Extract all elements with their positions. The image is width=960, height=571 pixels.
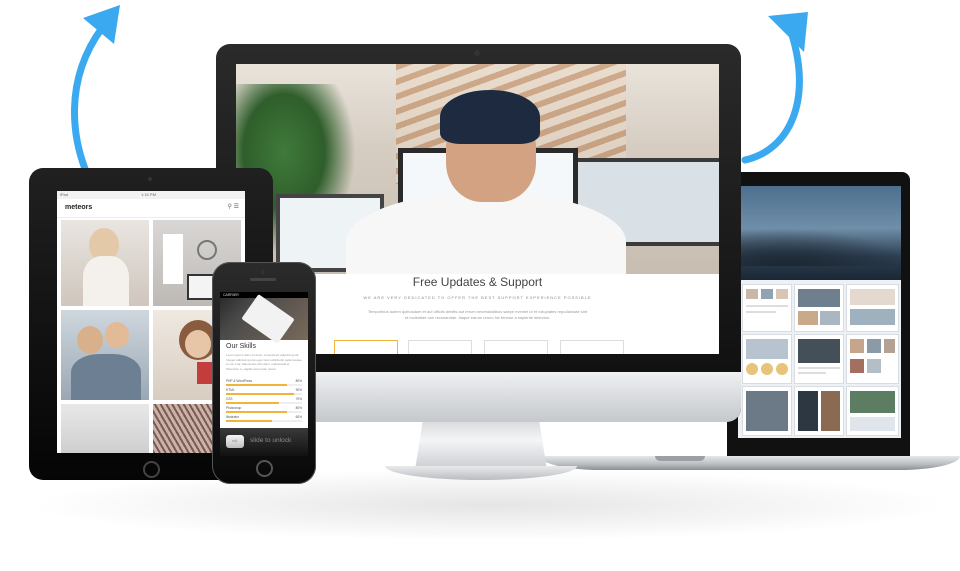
- unlock-slider[interactable]: ⇨ slide to unlock: [220, 428, 308, 456]
- template-thumb: [742, 284, 792, 332]
- skill-fill: [226, 402, 280, 404]
- camera-icon: [261, 270, 265, 274]
- skill-label: HTML: [226, 388, 235, 392]
- stat-card: [560, 340, 624, 354]
- monitor-stand: [415, 420, 547, 470]
- gallery-photo[interactable]: [61, 310, 149, 400]
- stat-card: [484, 340, 548, 354]
- skill-percent: 60%: [295, 415, 302, 419]
- camera-icon: [474, 50, 480, 56]
- site-logo[interactable]: meteors: [65, 204, 92, 211]
- template-thumb: [846, 334, 899, 384]
- skill-label: Illustrator: [226, 415, 240, 419]
- template-thumb: [846, 284, 899, 332]
- unlock-label: slide to unlock: [250, 437, 292, 444]
- skill-fill: [226, 411, 287, 413]
- home-button[interactable]: [143, 461, 160, 478]
- hero-image: [236, 64, 719, 274]
- gallery-photo[interactable]: [61, 220, 149, 306]
- template-thumb: [742, 386, 792, 436]
- laptop-screen: [738, 186, 901, 438]
- skills-intro: Lorem ipsum dolor sit amet, consectetur …: [226, 353, 302, 371]
- skill-label: CSS: [226, 397, 233, 401]
- carrier-label: iPad: [60, 192, 69, 197]
- speaker-grille: [250, 278, 276, 281]
- skills-title: Our Skills: [226, 343, 256, 350]
- laptop-template-grid: [742, 284, 899, 436]
- phone-hero-image: [220, 294, 308, 344]
- gallery-photo[interactable]: [61, 404, 149, 453]
- tablet-status-bar: iPad 1:15 PM: [57, 191, 245, 199]
- skill-percent: 90%: [295, 388, 302, 392]
- stat-card: [408, 340, 472, 354]
- status-time: 1:15 PM: [141, 192, 156, 197]
- template-thumb: [846, 386, 899, 436]
- floor-shadow: [40, 470, 940, 540]
- camera-icon: [148, 177, 152, 181]
- tablet-navbar: meteors ⚲ ☰: [57, 199, 245, 218]
- laptop-base: [540, 456, 960, 470]
- section-body: Temporibus autem quibusdam et aut offici…: [367, 309, 588, 320]
- template-thumb: [794, 284, 844, 332]
- skill-fill: [226, 384, 287, 386]
- arrow-right-icon: [741, 12, 808, 164]
- phone-screen: CARRIER Our Skills Lorem ipsum dolor sit…: [220, 292, 308, 456]
- stat-card: [334, 340, 398, 354]
- skill-fill: [226, 393, 295, 395]
- arrow-left-icon: [71, 5, 120, 189]
- nav-icons[interactable]: ⚲ ☰: [228, 203, 239, 210]
- skill-fill: [226, 420, 272, 422]
- template-thumb: [794, 334, 844, 384]
- skill-percent: 80%: [295, 379, 302, 383]
- skill-label: PHP & WordPress: [226, 379, 253, 383]
- home-button[interactable]: [256, 460, 273, 477]
- template-thumb: [794, 386, 844, 436]
- skill-percent: 70%: [295, 397, 302, 401]
- carrier-label: CARRIER: [223, 293, 239, 297]
- skill-label: Photoshop: [226, 406, 242, 410]
- template-thumb: [742, 334, 792, 384]
- laptop-hero-image: [738, 186, 901, 280]
- laptop-notch: [655, 456, 705, 461]
- slide-arrow-icon[interactable]: ⇨: [226, 435, 244, 448]
- skill-percent: 80%: [295, 406, 302, 410]
